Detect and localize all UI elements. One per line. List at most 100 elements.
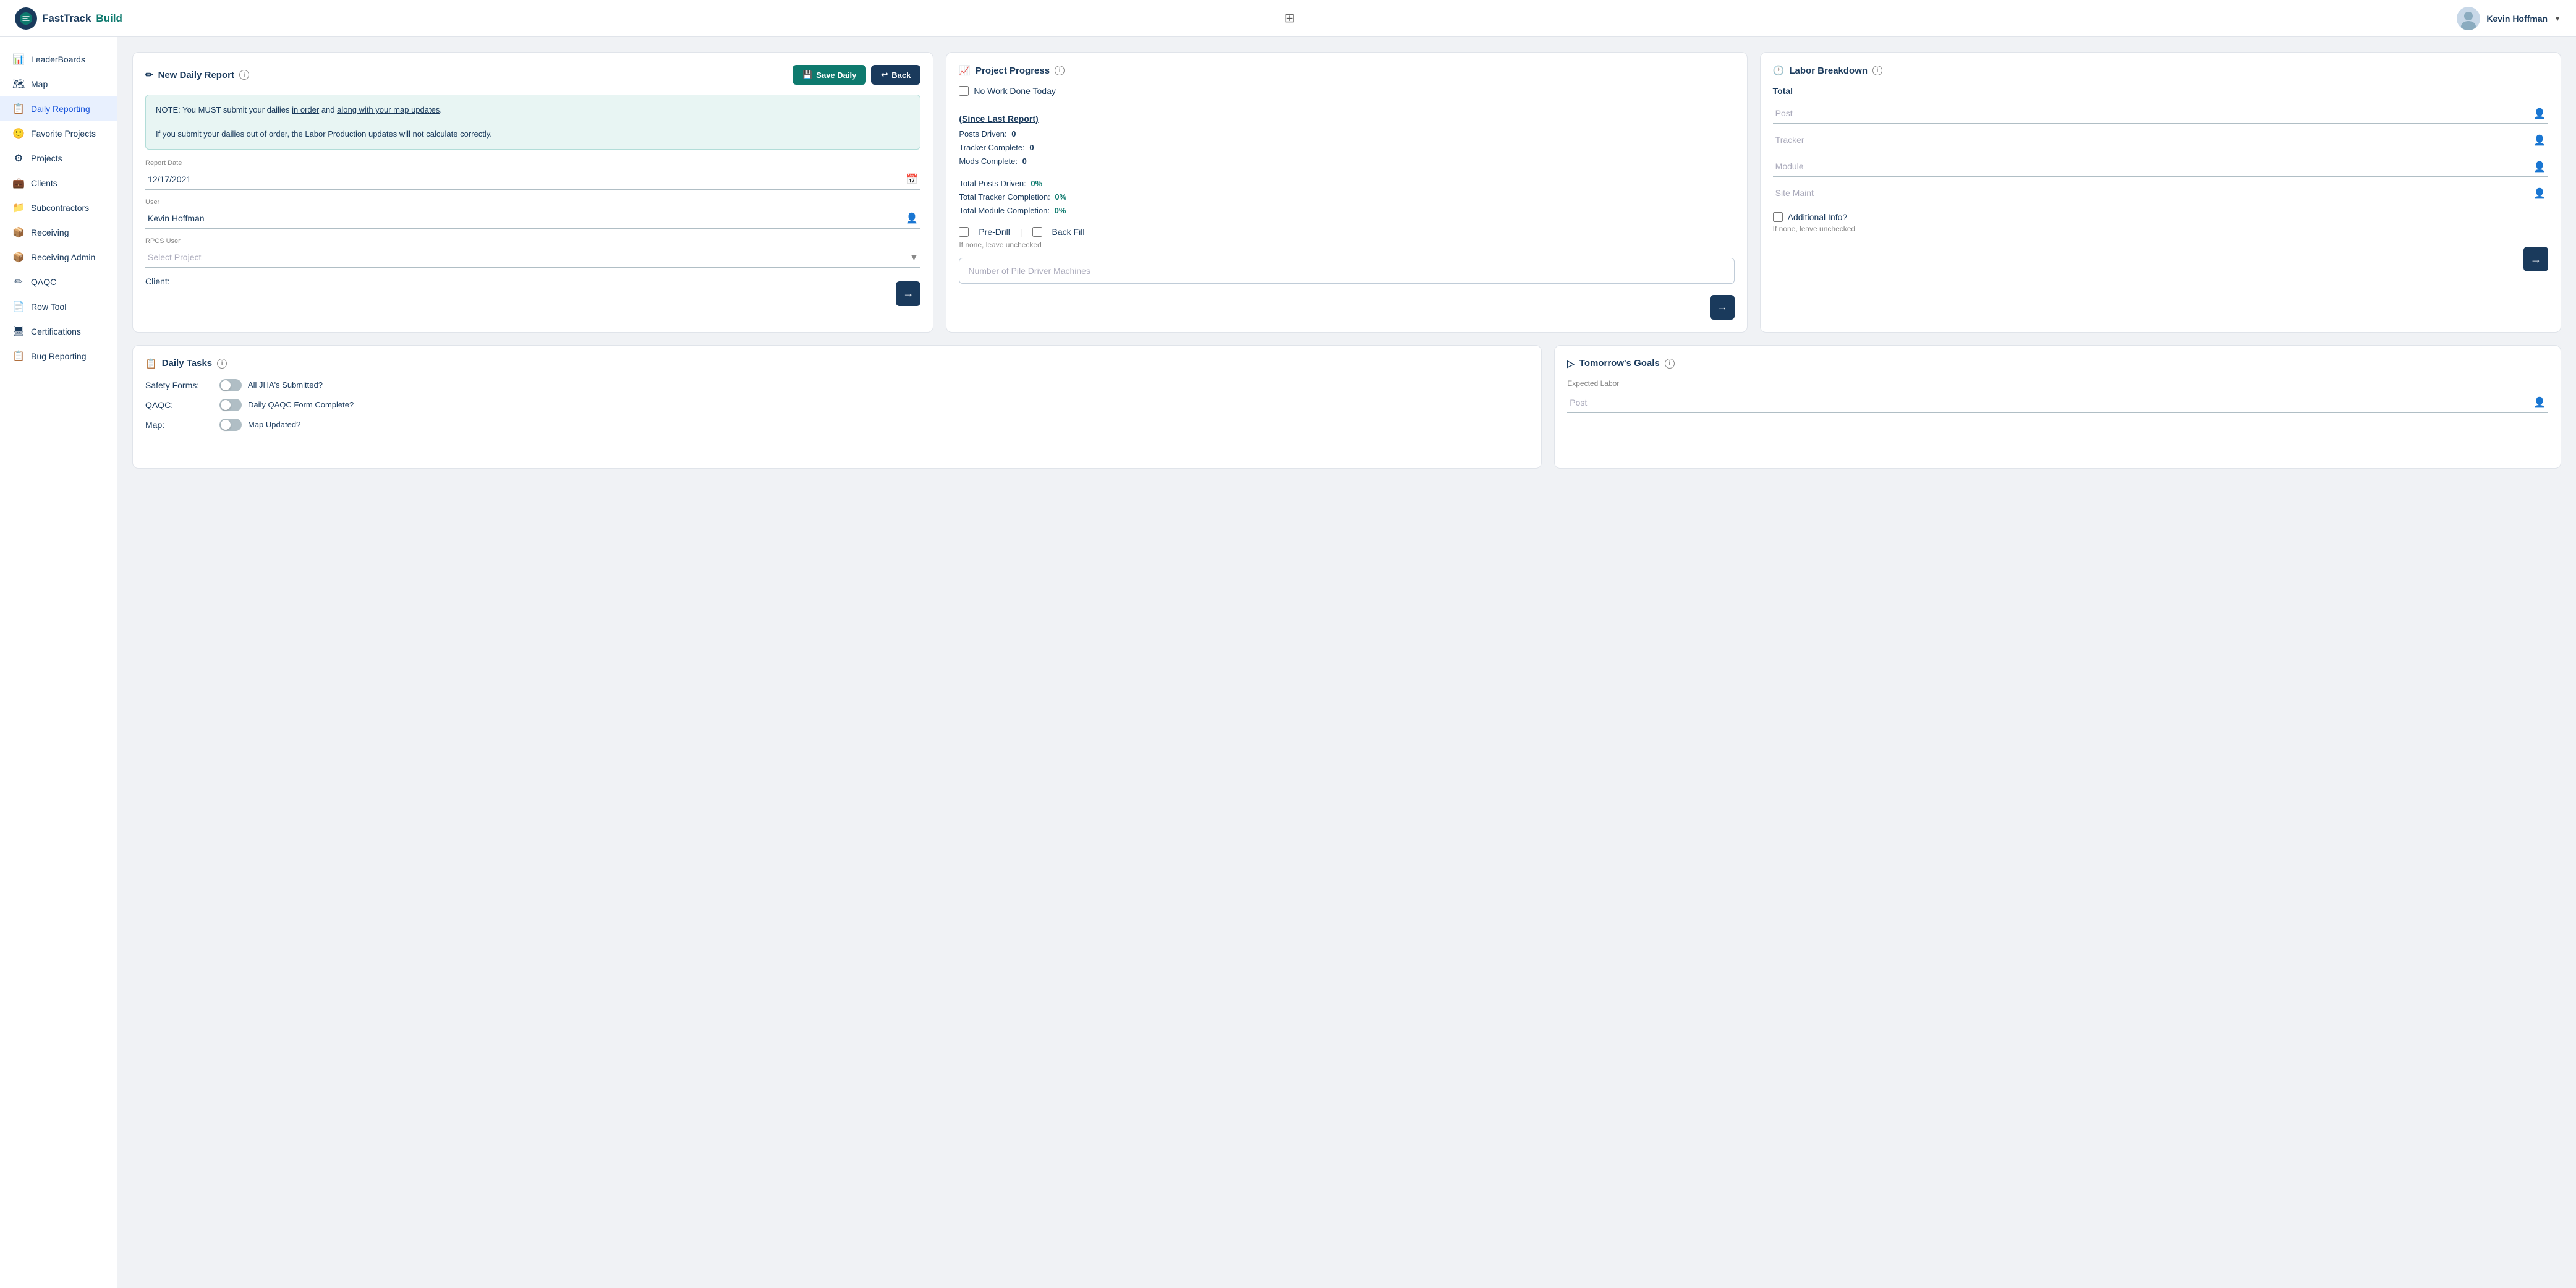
tomorrows-goals-title-row: ▷ Tomorrow's Goals i — [1567, 358, 1675, 369]
tracker-input-wrap: 👤 — [1773, 130, 2548, 150]
new-daily-report-pencil-icon: ✏ — [145, 69, 153, 80]
daily-tasks-info-icon[interactable]: i — [217, 359, 227, 369]
totals-section: Total Posts Driven: 0% Total Tracker Com… — [959, 177, 1734, 218]
no-work-today-checkbox[interactable] — [959, 86, 969, 96]
sidebar-item-certifications[interactable]: 🖥 Certifications — [0, 319, 117, 344]
drill-row: Pre-Drill | Back Fill — [959, 227, 1734, 237]
qaqc-form-toggle-knob — [221, 400, 231, 410]
project-select[interactable]: Select Project — [145, 247, 920, 268]
save-daily-label: Save Daily — [816, 70, 856, 80]
sidebar-label-certifications: Certifications — [31, 326, 81, 336]
report-date-input[interactable] — [145, 169, 920, 190]
map-label: Map: — [145, 420, 219, 430]
post-input[interactable] — [1773, 103, 2548, 124]
qaqc-form-toggle[interactable] — [219, 399, 242, 411]
save-daily-button[interactable]: 💾 Save Daily — [793, 65, 866, 85]
additional-info-row: Additional Info? — [1773, 212, 2548, 222]
clients-icon: 💼 — [12, 177, 25, 189]
safety-forms-label: Safety Forms: — [145, 380, 219, 390]
jha-toggle[interactable] — [219, 379, 242, 391]
site-maint-input[interactable] — [1773, 183, 2548, 203]
back-fill-checkbox[interactable] — [1032, 227, 1042, 237]
sidebar-item-bug-reporting[interactable]: 📋 Bug Reporting — [0, 344, 117, 369]
total-tracker-row: Total Tracker Completion: 0% — [959, 190, 1734, 204]
map-updated-toggle[interactable] — [219, 419, 242, 431]
client-row: Client: → — [145, 276, 920, 306]
new-daily-report-next-button[interactable]: → — [896, 281, 920, 306]
project-progress-chart-icon: 📈 — [959, 65, 971, 76]
sidebar-label-projects: Projects — [31, 153, 62, 163]
sidebar-label-map: Map — [31, 79, 48, 89]
project-progress-header: 📈 Project Progress i — [959, 65, 1734, 76]
labor-total-label: Total — [1773, 86, 2548, 96]
pre-drill-checkbox[interactable] — [959, 227, 969, 237]
logo-text-track: Build — [96, 12, 122, 25]
jha-toggle-wrap: All JHA's Submitted? — [219, 379, 323, 391]
projects-icon: ⚙ — [12, 152, 25, 164]
labor-next-wrap: → — [1773, 242, 2548, 271]
receiving-icon: 📦 — [12, 226, 25, 239]
module-user-icon: 👤 — [2533, 161, 2546, 173]
total-module-row: Total Module Completion: 0% — [959, 204, 1734, 218]
main-content: ✏ New Daily Report i 💾 Save Daily ↩ Back — [117, 37, 2576, 1288]
mods-complete-row: Mods Complete: 0 — [959, 155, 1734, 168]
sidebar-item-favorite-projects[interactable]: 🙂 Favorite Projects — [0, 121, 117, 146]
labor-breakdown-info-icon[interactable]: i — [1872, 66, 1882, 75]
report-date-input-wrap: 📅 — [145, 169, 920, 190]
tomorrows-goals-icon: ▷ — [1567, 358, 1575, 369]
sidebar-item-map[interactable]: 🗺 Map — [0, 72, 117, 96]
leaderboards-icon: 📊 — [12, 53, 25, 66]
sidebar-item-receiving-admin[interactable]: 📦 Receiving Admin — [0, 245, 117, 270]
bug-reporting-icon: 📋 — [12, 350, 25, 362]
site-maint-user-icon: 👤 — [2533, 187, 2546, 200]
additional-info-label: Additional Info? — [1788, 212, 1848, 222]
bottom-cards-row: 📋 Daily Tasks i Safety Forms: All JHA's … — [132, 345, 2561, 469]
project-progress-card: 📈 Project Progress i No Work Done Today … — [946, 52, 1747, 333]
new-daily-report-info-icon[interactable]: i — [239, 70, 249, 80]
posts-driven-label: Posts Driven: — [959, 129, 1006, 139]
no-work-today-label: No Work Done Today — [974, 86, 1056, 96]
grid-menu-icon[interactable]: ⊞ — [1285, 11, 1295, 26]
sidebar-item-subcontractors[interactable]: 📁 Subcontractors — [0, 195, 117, 220]
module-input[interactable] — [1773, 156, 2548, 177]
sidebar-item-projects[interactable]: ⚙ Projects — [0, 146, 117, 171]
sidebar-item-receiving[interactable]: 📦 Receiving — [0, 220, 117, 245]
receiving-admin-icon: 📦 — [12, 251, 25, 263]
sidebar-item-leaderboards[interactable]: 📊 LeaderBoards — [0, 47, 117, 72]
back-button[interactable]: ↩ Back — [871, 65, 920, 85]
additional-info-checkbox[interactable] — [1773, 212, 1783, 222]
safety-forms-row: Safety Forms: All JHA's Submitted? — [145, 379, 1529, 391]
project-progress-info-icon[interactable]: i — [1055, 66, 1065, 75]
note-box: NOTE: You MUST submit your dailies in or… — [145, 95, 920, 150]
tomorrows-goals-info-icon[interactable]: i — [1665, 359, 1675, 369]
sidebar-item-clients[interactable]: 💼 Clients — [0, 171, 117, 195]
sidebar-item-qaqc[interactable]: ✏ QAQC — [0, 270, 117, 294]
favorite-projects-icon: 🙂 — [12, 127, 25, 140]
sidebar-label-qaqc: QAQC — [31, 277, 56, 287]
project-progress-next-button[interactable]: → — [1710, 295, 1735, 320]
expected-labor-post-input[interactable] — [1567, 393, 2548, 413]
expected-post-user-icon: 👤 — [2533, 396, 2546, 409]
tracker-input[interactable] — [1773, 130, 2548, 150]
top-cards-row: ✏ New Daily Report i 💾 Save Daily ↩ Back — [132, 52, 2561, 333]
user-input[interactable] — [145, 208, 920, 229]
map-updated-toggle-knob — [221, 420, 231, 430]
daily-tasks-card: 📋 Daily Tasks i Safety Forms: All JHA's … — [132, 345, 1542, 469]
project-progress-next-wrap: → — [959, 290, 1734, 320]
expected-labor-post-wrap: 👤 — [1567, 393, 2548, 413]
user-profile-menu[interactable]: Kevin Hoffman ▼ — [2457, 7, 2561, 30]
mods-complete-label: Mods Complete: — [959, 156, 1018, 166]
sidebar-item-row-tool[interactable]: 📄 Row Tool — [0, 294, 117, 319]
total-module-label: Total Module Completion: — [959, 206, 1050, 215]
note-text-1: NOTE: You MUST submit your dailies in or… — [156, 104, 910, 116]
labor-breakdown-next-button[interactable]: → — [2523, 247, 2548, 271]
no-work-today-row: No Work Done Today — [959, 86, 1734, 96]
sidebar-item-daily-reporting[interactable]: 📋 Daily Reporting — [0, 96, 117, 121]
post-input-wrap: 👤 — [1773, 103, 2548, 124]
calendar-icon[interactable]: 📅 — [906, 173, 918, 186]
pile-driver-input[interactable] — [959, 258, 1734, 284]
client-label: Client: — [145, 276, 170, 286]
new-daily-report-card: ✏ New Daily Report i 💾 Save Daily ↩ Back — [132, 52, 933, 333]
app-logo[interactable]: FastTrackBuild — [15, 7, 122, 30]
user-field-label: User — [145, 198, 920, 206]
